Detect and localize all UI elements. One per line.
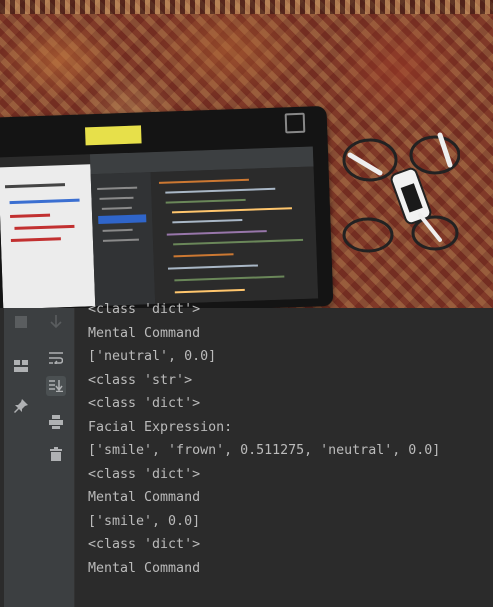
trash-icon[interactable] — [46, 444, 66, 464]
laptop-left-panel — [0, 164, 96, 308]
pin-icon[interactable] — [11, 396, 31, 416]
scroll-to-end-icon[interactable] — [46, 376, 66, 396]
console-line: <class 'dict'> — [88, 466, 201, 482]
console-line: ['neutral', 0.0] — [88, 349, 217, 364]
laptop-corner-icon — [284, 112, 306, 134]
console-line: ['smile', 'frown', 0.511275, 'neutral', … — [88, 443, 441, 458]
layout-icon[interactable] — [11, 356, 31, 376]
console-action-toolbar — [38, 308, 75, 607]
console-line: <class 'dict'> — [88, 302, 201, 317]
soft-wrap-icon[interactable] — [46, 348, 66, 368]
scroll-down-icon[interactable] — [46, 312, 66, 332]
console-line: ['smile', 0.0] — [88, 513, 201, 529]
console-left-toolbar — [4, 308, 39, 607]
console-line: Mental Command — [88, 325, 201, 341]
print-icon[interactable] — [46, 412, 66, 432]
console-line: Mental Command — [88, 490, 201, 505]
laptop-ide-editor — [150, 166, 319, 305]
sticky-note — [85, 125, 142, 146]
laptop — [0, 105, 334, 308]
console-line: <class 'str'> — [88, 372, 193, 388]
console-line: <class 'dict'> — [88, 396, 201, 411]
run-console: <class 'dict'> Mental Command ['neutral'… — [0, 302, 493, 607]
laptop-screen — [0, 146, 319, 308]
console-line: Facial Expression: — [88, 419, 233, 435]
stop-icon[interactable] — [11, 312, 31, 332]
console-output: <class 'dict'> Mental Command ['neutral'… — [88, 298, 488, 580]
console-line: Mental Command — [88, 560, 201, 576]
carpet-border — [0, 0, 493, 14]
console-line: <class 'dict'> — [88, 537, 201, 552]
drone — [342, 132, 460, 253]
camera-photo — [0, 0, 493, 308]
laptop-ide-project-tree — [90, 172, 156, 307]
